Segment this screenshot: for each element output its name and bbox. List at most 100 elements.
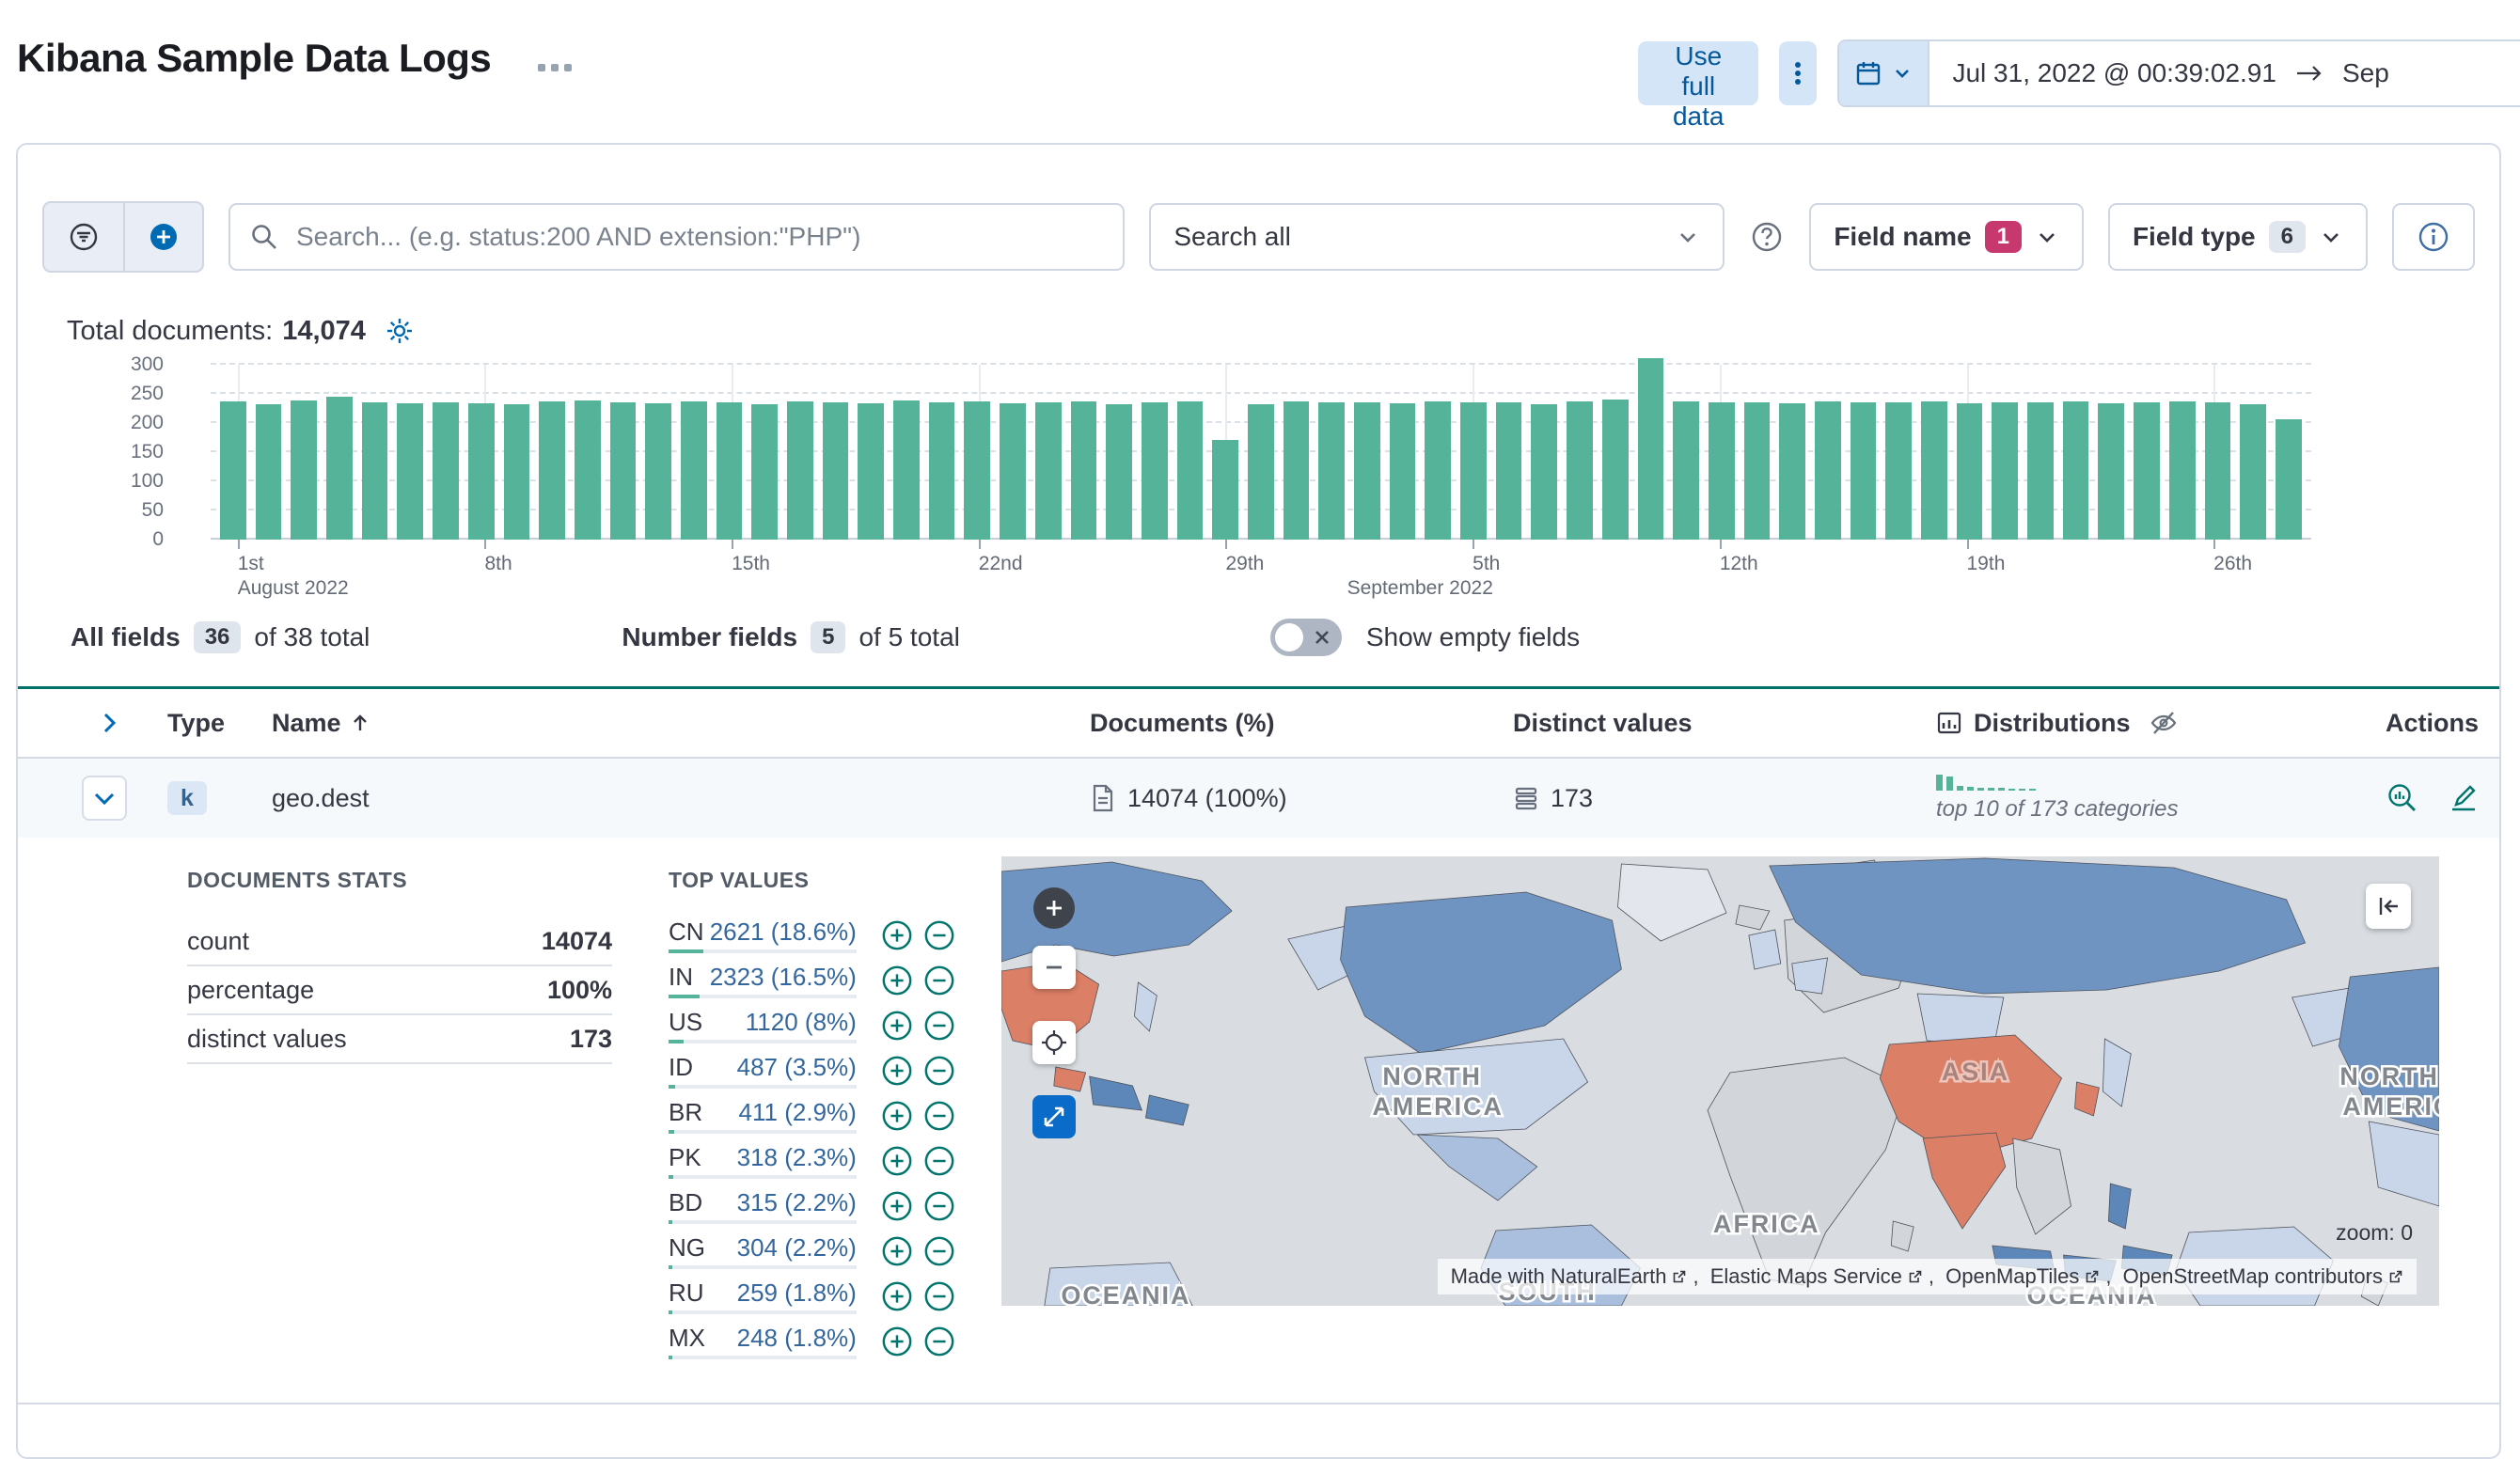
histogram-bar[interactable] xyxy=(716,401,743,540)
histogram-bar[interactable] xyxy=(1212,439,1238,540)
histogram-bar[interactable] xyxy=(1779,402,1805,540)
filter-out-button[interactable] xyxy=(923,1279,956,1313)
show-empty-fields-toggle[interactable] xyxy=(1269,619,1342,656)
histogram-bar[interactable] xyxy=(2204,402,2231,540)
histogram-bar[interactable] xyxy=(609,402,637,540)
histogram-bar[interactable] xyxy=(1743,401,1771,540)
field-name-filter-button[interactable]: Field name 1 xyxy=(1809,203,2084,271)
filter-for-button[interactable] xyxy=(881,1054,914,1088)
help-button[interactable] xyxy=(1749,219,1785,255)
field-types-info-button[interactable] xyxy=(2392,203,2475,271)
map-zoom-in-button[interactable] xyxy=(1033,887,1075,929)
histogram-bar[interactable] xyxy=(1000,402,1026,540)
histogram-bar[interactable] xyxy=(503,403,530,540)
map-attribution-link[interactable]: OpenStreetMap contributors xyxy=(2123,1264,2383,1289)
histogram-bar[interactable] xyxy=(1034,402,1062,540)
histogram-bar[interactable] xyxy=(787,401,813,540)
map-legend-toggle-button[interactable] xyxy=(2366,884,2411,929)
map-zoom-out-button[interactable] xyxy=(1032,946,1076,989)
histogram-bar[interactable] xyxy=(1673,401,1699,540)
histogram-bar[interactable] xyxy=(858,402,885,540)
filter-out-button[interactable] xyxy=(923,1099,956,1133)
filter-out-button[interactable] xyxy=(923,1234,956,1268)
histogram-bar[interactable] xyxy=(2098,402,2125,540)
filter-out-button[interactable] xyxy=(923,964,956,997)
histogram-bar[interactable] xyxy=(1850,402,1877,540)
histogram-bar[interactable] xyxy=(645,402,671,540)
date-picker[interactable]: Jul 31, 2022 @ 00:39:02.91 Sep xyxy=(1837,39,2520,107)
search-all-select[interactable]: Search all xyxy=(1149,203,1725,271)
filter-for-button[interactable] xyxy=(881,1144,914,1178)
histogram-bar[interactable] xyxy=(1318,402,1345,540)
histogram-bar[interactable] xyxy=(361,401,388,540)
field-filters-button[interactable] xyxy=(44,203,123,271)
add-filter-button[interactable] xyxy=(123,203,202,271)
search-input[interactable] xyxy=(294,221,1105,253)
use-full-data-button[interactable]: Use full data xyxy=(1638,41,1759,131)
histogram-bar[interactable] xyxy=(1637,357,1664,540)
geo-map[interactable]: NORTH AMERICA NORTH AMERICA AFRICA SOUTH… xyxy=(1001,856,2439,1306)
histogram-bar[interactable] xyxy=(1992,401,2019,540)
histogram-bar[interactable] xyxy=(539,401,565,540)
filter-out-button[interactable] xyxy=(923,1009,956,1043)
filter-for-button[interactable] xyxy=(881,1189,914,1223)
histogram-bar[interactable] xyxy=(964,401,991,540)
histogram-bar[interactable] xyxy=(1176,401,1204,540)
collapse-row-button[interactable] xyxy=(82,776,127,821)
col-header-documents[interactable]: Documents (%) xyxy=(1079,709,1502,738)
filter-out-button[interactable] xyxy=(923,1144,956,1178)
histogram-bar[interactable] xyxy=(1956,402,1983,540)
date-range-start[interactable]: Jul 31, 2022 @ 00:39:02.91 xyxy=(1952,58,2276,88)
histogram-bar[interactable] xyxy=(751,403,778,540)
more-options-button[interactable] xyxy=(1779,41,1818,105)
histogram-bar[interactable] xyxy=(1885,401,1912,540)
histogram-bar[interactable] xyxy=(574,400,601,540)
histogram-bar[interactable] xyxy=(1354,401,1380,540)
histogram-bar[interactable] xyxy=(255,403,282,540)
histogram-bar[interactable] xyxy=(326,397,353,540)
histogram-bar[interactable] xyxy=(2168,401,2196,540)
filter-out-button[interactable] xyxy=(923,1054,956,1088)
histogram-bar[interactable] xyxy=(1247,403,1274,540)
histogram-bar[interactable] xyxy=(1389,402,1416,540)
histogram-bar[interactable] xyxy=(1460,401,1487,540)
filter-for-button[interactable] xyxy=(881,1099,914,1133)
expand-all-button[interactable] xyxy=(95,709,123,737)
filter-for-button[interactable] xyxy=(881,1279,914,1313)
field-type-filter-button[interactable]: Field type 6 xyxy=(2107,203,2368,271)
histogram-bar[interactable] xyxy=(1141,401,1168,540)
map-attribution-link[interactable]: Elastic Maps Service xyxy=(1710,1264,1902,1289)
histogram-bar[interactable] xyxy=(2027,402,2054,540)
histogram-bar[interactable] xyxy=(2275,419,2302,540)
col-header-name[interactable]: Name xyxy=(262,709,1079,738)
filter-out-button[interactable] xyxy=(923,918,956,952)
filter-for-button[interactable] xyxy=(881,1234,914,1268)
edit-field-button[interactable] xyxy=(2448,782,2480,814)
histogram-bar[interactable] xyxy=(1921,401,1947,540)
histogram-bar[interactable] xyxy=(2240,403,2266,540)
map-attribution-link[interactable]: OpenMapTiles xyxy=(1945,1264,2079,1289)
histogram-bar[interactable] xyxy=(467,402,495,540)
histogram-bar[interactable] xyxy=(1814,401,1841,540)
title-options-icon[interactable] xyxy=(538,64,572,71)
histogram-bar[interactable] xyxy=(2062,401,2089,540)
chart-settings-button[interactable] xyxy=(385,316,415,346)
histogram-bar[interactable] xyxy=(822,402,849,540)
histogram-bar[interactable] xyxy=(680,401,707,540)
histogram-bar[interactable] xyxy=(433,401,459,540)
histogram-bar[interactable] xyxy=(1106,403,1132,540)
histogram-bar[interactable] xyxy=(1567,401,1593,540)
map-fit-to-data-button[interactable] xyxy=(1032,1021,1076,1064)
histogram-bar[interactable] xyxy=(1708,402,1735,540)
col-header-distinct-values[interactable]: Distinct values xyxy=(1502,709,1915,738)
histogram-bar[interactable] xyxy=(1283,401,1310,540)
field-row-geo-dest[interactable]: k geo.dest 14074 (100%) 173 top 10 of 17… xyxy=(18,759,2499,838)
col-header-type[interactable]: Type xyxy=(148,709,262,738)
histogram-bar[interactable] xyxy=(397,402,424,540)
col-header-distributions[interactable]: Distributions xyxy=(1915,709,2386,738)
calendar-button[interactable] xyxy=(1839,41,1930,105)
filter-for-button[interactable] xyxy=(881,1009,914,1043)
map-expand-button[interactable] xyxy=(1032,1095,1076,1138)
histogram-bar[interactable] xyxy=(893,400,920,540)
histogram-bar[interactable] xyxy=(1531,403,1558,540)
